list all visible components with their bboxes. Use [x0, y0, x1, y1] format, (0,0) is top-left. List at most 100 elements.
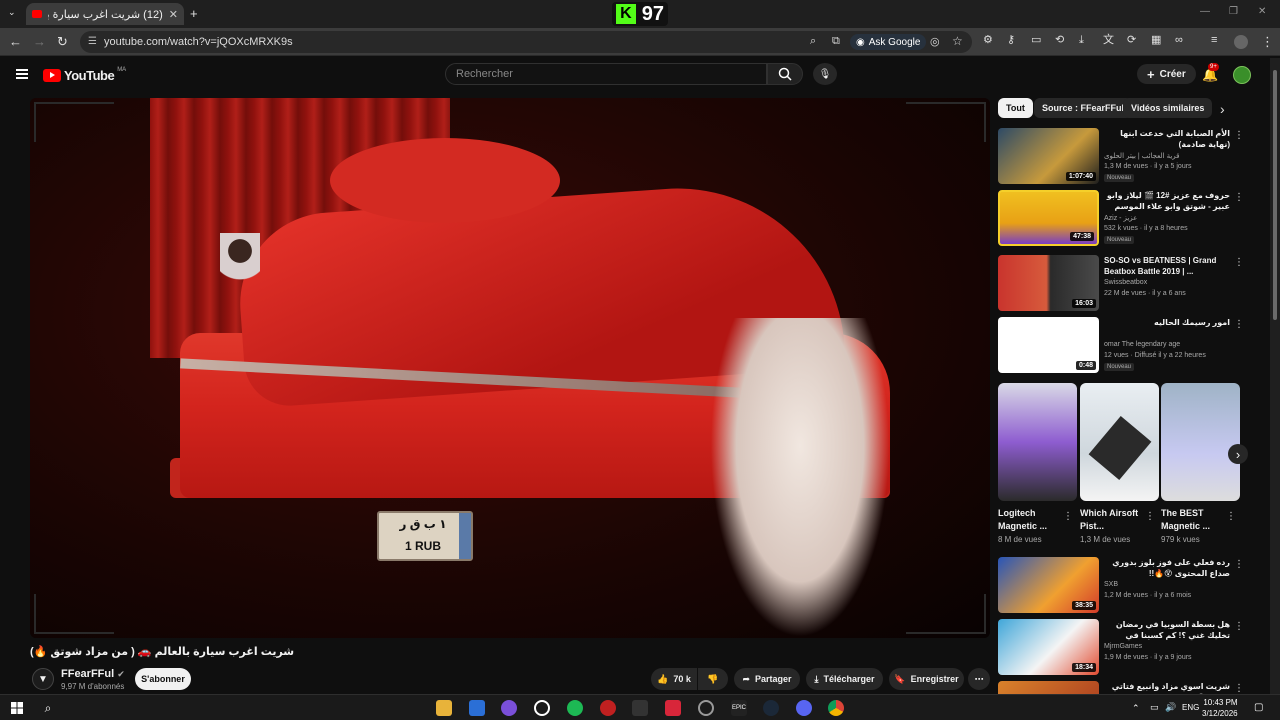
- history-icon[interactable]: ⟲: [1055, 35, 1064, 46]
- search-input[interactable]: Rechercher: [445, 63, 767, 85]
- link-icon[interactable]: ∞: [1175, 35, 1183, 46]
- rec-menu-icon[interactable]: ⋮: [1234, 192, 1244, 203]
- new-tab-icon[interactable]: +: [190, 7, 198, 20]
- url-field[interactable]: ☰ youtube.com/watch?v=jQOXcMRXK9s ⌕ ⧉ ◎ …: [80, 31, 972, 53]
- rec-item[interactable]: 47:38 حروف مع عزيز #12 🎬 ليلاز وابو عبير…: [998, 190, 1258, 246]
- rec-item[interactable]: 0:48 امور رسيمك الحاليه omar The legenda…: [998, 317, 1258, 373]
- menu-dots-icon[interactable]: ⋮: [1261, 35, 1274, 48]
- rec-menu-icon[interactable]: ⋮: [1234, 130, 1244, 141]
- youtube-logo[interactable]: YouTube MA: [43, 67, 126, 83]
- capcut-icon[interactable]: [632, 700, 648, 716]
- channel-name[interactable]: FFearFFul ✔: [61, 668, 125, 680]
- network-icon[interactable]: ▭: [1150, 702, 1159, 713]
- short-title[interactable]: Which Airsoft Pist...: [1080, 507, 1142, 533]
- chips-next-icon[interactable]: ›: [1220, 102, 1225, 116]
- close-tab-icon[interactable]: ✕: [169, 8, 178, 21]
- notification-center-icon[interactable]: ▢: [1254, 702, 1263, 713]
- chip-related[interactable]: Vidéos similaires: [1123, 98, 1213, 118]
- store-icon[interactable]: [469, 700, 485, 716]
- more-actions-button[interactable]: ⋯: [968, 668, 990, 690]
- reload-icon[interactable]: ↻: [57, 35, 68, 48]
- close-window-icon[interactable]: ✕: [1258, 7, 1266, 17]
- tab-title: (12) شريت اغرب سيارة بالعالم 🚗: [48, 8, 163, 21]
- scrollbar-thumb[interactable]: [1273, 70, 1277, 320]
- create-button[interactable]: + Créer: [1137, 64, 1196, 84]
- browser-tab-active[interactable]: (12) شريت اغرب سيارة بالعالم 🚗 ✕: [26, 3, 184, 25]
- save-button[interactable]: 🔖 Enregistrer: [889, 668, 964, 690]
- taskbar-clock[interactable]: 10:43 PM 3/12/2026: [1202, 697, 1238, 719]
- taskbar-search-icon[interactable]: ⌕: [40, 700, 56, 716]
- short-menu-icon[interactable]: ⋮: [1145, 511, 1155, 522]
- epic-games-icon[interactable]: EPIC: [731, 700, 747, 716]
- ask-google-button[interactable]: ◉ Ask Google: [850, 34, 927, 50]
- rec-item[interactable]: شريت اسوي مزاد وانبيع فتاتي للجيل 😊 ⋮: [998, 681, 1258, 694]
- extension-icon[interactable]: ⚙: [983, 35, 993, 46]
- short-menu-icon[interactable]: ⋮: [1226, 511, 1236, 522]
- voice-search-button[interactable]: 🎙: [813, 63, 837, 85]
- more-horiz-icon: ⋯: [974, 673, 984, 684]
- video-player[interactable]: ١ ب ق ر 1 RUB: [30, 98, 990, 638]
- steam-icon[interactable]: [763, 700, 779, 716]
- volume-icon[interactable]: 🔊: [1165, 702, 1176, 713]
- account-avatar[interactable]: [1233, 66, 1251, 84]
- rec-item[interactable]: 1:07:40 الأم الصبابة التي خدعت ابنها (نه…: [998, 128, 1258, 184]
- rec-menu-icon[interactable]: ⋮: [1234, 559, 1244, 570]
- rec-menu-icon[interactable]: ⋮: [1234, 319, 1244, 330]
- rec-item[interactable]: 18:34 هل بسطة السوبيا في رمضان تخليك غني…: [998, 619, 1258, 675]
- short-title[interactable]: The BEST Magnetic ...: [1161, 507, 1223, 533]
- like-button[interactable]: 👍 70 k: [651, 668, 697, 690]
- short-menu-icon[interactable]: ⋮: [1063, 511, 1073, 522]
- zoom-icon[interactable]: ⌕: [810, 35, 816, 48]
- short-thumbnail[interactable]: [998, 383, 1077, 501]
- rec-item[interactable]: 16:03 SO-SO vs BEATNESS | Grand Beatbox …: [998, 255, 1258, 311]
- tray-chevron-icon[interactable]: ⌃: [1132, 703, 1140, 714]
- site-info-icon[interactable]: ☰: [88, 36, 97, 47]
- game-icon[interactable]: [501, 700, 517, 716]
- tab-search-icon[interactable]: ⌄: [8, 8, 16, 17]
- discord-icon[interactable]: [796, 700, 812, 716]
- notifications-button[interactable]: 🔔 9+: [1202, 63, 1219, 83]
- page-scrollbar[interactable]: [1270, 58, 1280, 694]
- obs-icon[interactable]: [698, 700, 714, 716]
- file-explorer-icon[interactable]: [436, 700, 452, 716]
- translate-icon[interactable]: 文: [1103, 35, 1114, 46]
- language-indicator[interactable]: ENG: [1182, 703, 1199, 712]
- key-icon[interactable]: ⚷: [1007, 35, 1015, 46]
- card-icon[interactable]: ▭: [1031, 35, 1041, 46]
- hamburger-menu-icon[interactable]: [16, 69, 28, 79]
- grid-icon[interactable]: ▦: [1151, 35, 1161, 46]
- restore-icon[interactable]: ❐: [1229, 7, 1238, 17]
- app-circle-icon[interactable]: [534, 700, 550, 716]
- back-icon[interactable]: ←: [9, 35, 22, 48]
- short-thumbnail[interactable]: [1161, 383, 1240, 501]
- chrome-icon[interactable]: [828, 700, 844, 716]
- chip-all[interactable]: Tout: [998, 98, 1033, 118]
- cast-icon[interactable]: ⧉: [832, 35, 840, 48]
- rec-menu-icon[interactable]: ⋮: [1234, 683, 1244, 694]
- channel-avatar[interactable]: ▼: [32, 668, 54, 690]
- rec-menu-icon[interactable]: ⋮: [1234, 621, 1244, 632]
- short-thumbnail[interactable]: [1080, 383, 1159, 501]
- bookmark-star-icon[interactable]: ☆: [952, 34, 963, 48]
- short-title[interactable]: Logitech Magnetic ...: [998, 507, 1060, 533]
- app-red-icon[interactable]: [600, 700, 616, 716]
- subscribe-button[interactable]: S'abonner: [135, 668, 191, 690]
- rec-item[interactable]: 38:35 رده فعلي على فوز بلوز بدوري صداع ا…: [998, 557, 1258, 613]
- download-icon[interactable]: ⤓: [1079, 35, 1084, 46]
- refresh-ext-icon[interactable]: ⟳: [1127, 35, 1136, 46]
- chip-source[interactable]: Source : FFearFFul: [1034, 98, 1133, 118]
- forward-icon[interactable]: →: [33, 35, 46, 48]
- app-red-square-icon[interactable]: [665, 700, 681, 716]
- share-button[interactable]: ➦ Partager: [734, 668, 800, 690]
- minimize-icon[interactable]: —: [1200, 7, 1210, 17]
- windows-start-icon[interactable]: [9, 700, 25, 716]
- profile-icon[interactable]: [1234, 35, 1248, 49]
- rec-menu-icon[interactable]: ⋮: [1234, 257, 1244, 268]
- download-button[interactable]: ⤓ Télécharger: [806, 668, 883, 690]
- eye-off-icon[interactable]: ◎: [930, 35, 940, 48]
- shorts-next-button[interactable]: ›: [1228, 444, 1248, 464]
- search-button[interactable]: [767, 63, 803, 85]
- spotify-icon[interactable]: [567, 700, 583, 716]
- reading-list-icon[interactable]: ≡: [1211, 35, 1217, 46]
- dislike-button[interactable]: 👎: [698, 668, 728, 690]
